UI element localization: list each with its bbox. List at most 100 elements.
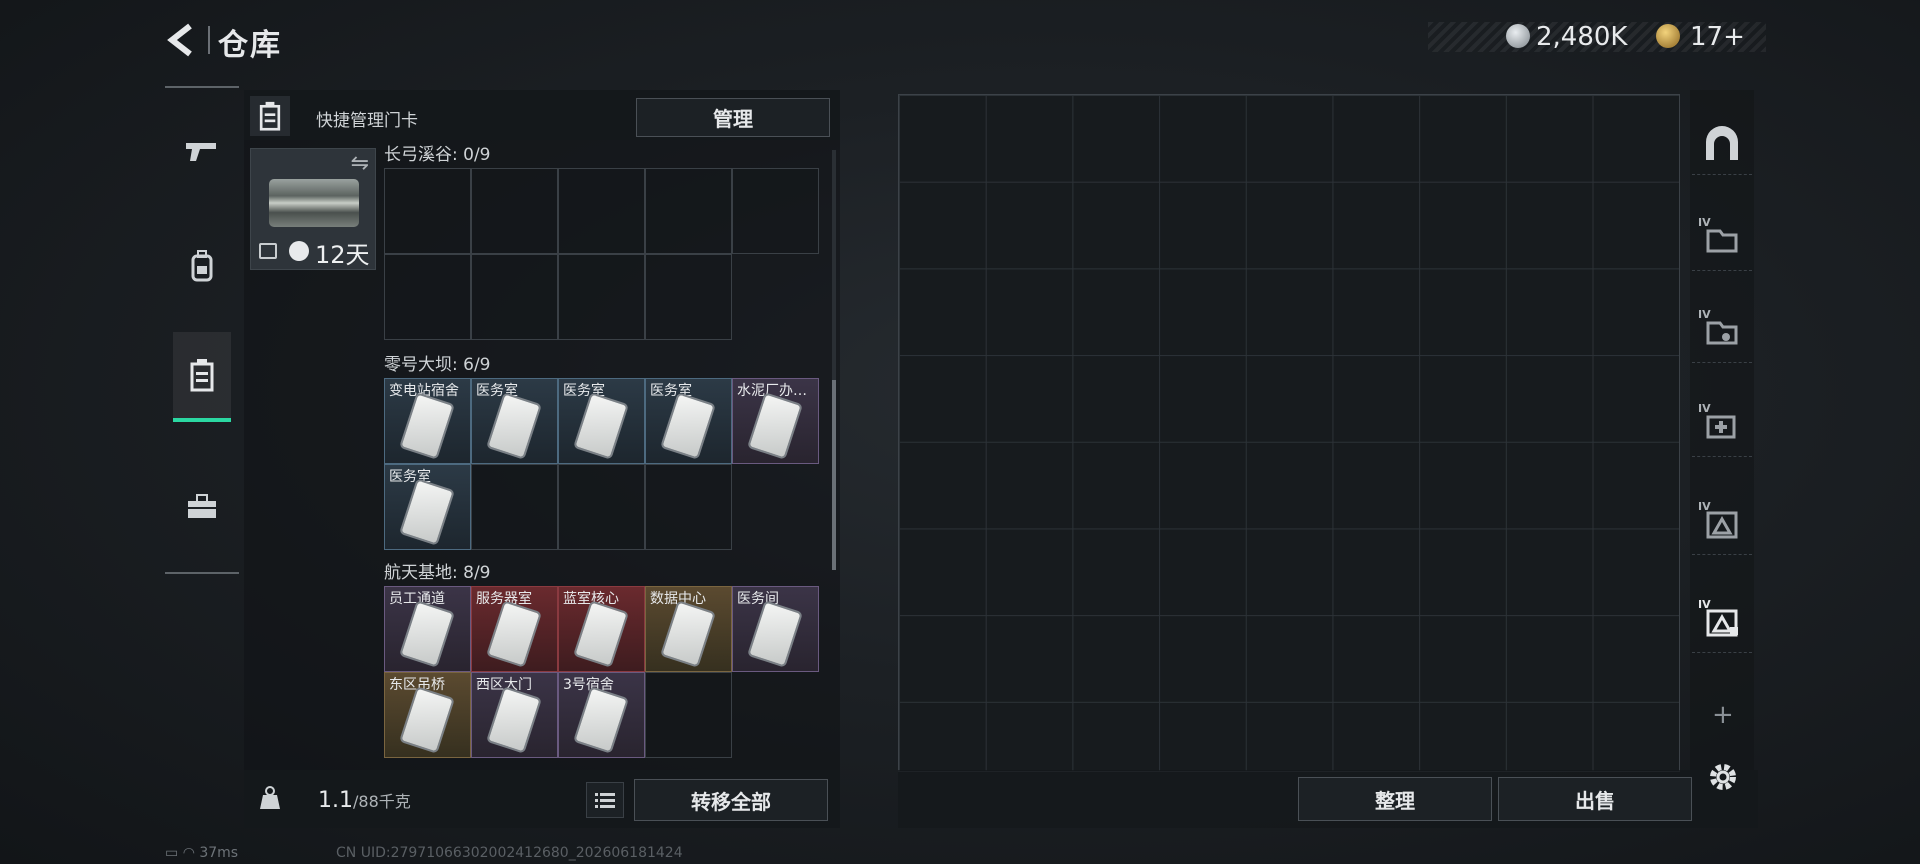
keycard-slot[interactable]: 蓝室核心	[558, 586, 645, 672]
keycard-slot[interactable]: 员工通道	[384, 586, 471, 672]
keycard-case-icon	[190, 359, 214, 392]
triangle-lock-icon	[1706, 609, 1738, 637]
page-title: 仓库	[218, 28, 282, 63]
add-tab-icon[interactable]: +	[1712, 700, 1734, 730]
sort-button[interactable]: 整理	[1298, 777, 1492, 821]
empty-slot[interactable]	[732, 168, 819, 254]
keycard-image	[575, 602, 627, 666]
keycard-image	[575, 688, 627, 752]
list-view-button[interactable]	[586, 782, 624, 818]
nav-item-keycards[interactable]	[173, 332, 231, 422]
status-bar: ▭ ◠ 37ms	[165, 845, 238, 861]
keycard-slot[interactable]: 西区大门	[471, 672, 558, 758]
keycard-slot[interactable]: 东区吊桥	[384, 672, 471, 758]
empty-slot[interactable]	[384, 254, 471, 340]
transfer-all-button[interactable]: 转移全部	[634, 779, 828, 821]
empty-slot[interactable]	[645, 672, 732, 758]
medkit-icon	[1706, 415, 1736, 439]
stash-tab-4-level: IV	[1698, 402, 1711, 415]
stash-tab-3[interactable]: IV	[1692, 302, 1752, 363]
keycard-image	[662, 602, 714, 666]
stash-tab-3-level: IV	[1698, 308, 1711, 321]
empty-slot[interactable]	[558, 464, 645, 550]
silver-coin-icon	[1506, 24, 1530, 48]
keycard-image	[401, 688, 453, 752]
weight-icon	[252, 780, 288, 816]
triangle-box-icon	[1706, 511, 1738, 539]
keycard-image	[749, 394, 801, 458]
keycard-image	[401, 602, 453, 666]
keycard-slot[interactable]: 医务室	[384, 464, 471, 550]
empty-slot[interactable]	[645, 464, 732, 550]
case-days-left: 12天	[315, 241, 370, 269]
keycard-slot[interactable]: 医务室	[558, 378, 645, 464]
ping-readout: 37ms	[199, 845, 239, 861]
section-label: 零号大坝: 6/9	[384, 355, 491, 375]
keycard-slot[interactable]: 变电站宿舍	[384, 378, 471, 464]
keycard-image	[488, 688, 540, 752]
backpack-icon	[191, 250, 213, 282]
weight-current: 1.1	[318, 788, 353, 813]
nav-item-equipment[interactable]	[173, 224, 231, 310]
weight-max: /88千克	[353, 792, 411, 811]
settings-gear-icon[interactable]	[1706, 760, 1740, 794]
wifi-icon: ◠	[182, 845, 195, 861]
title-separator	[208, 26, 210, 54]
keycard-slot[interactable]: 水泥厂办…	[732, 378, 819, 464]
nav-item-weapons[interactable]	[173, 108, 231, 194]
stash-tab-4[interactable]: IV	[1692, 396, 1752, 457]
stash-tab-2[interactable]: IV	[1692, 210, 1752, 271]
keycard-image	[488, 394, 540, 458]
empty-slot[interactable]	[645, 254, 732, 340]
folder-icon	[1706, 229, 1738, 253]
battery-icon: ▭	[165, 845, 179, 861]
manage-button[interactable]: 管理	[636, 98, 830, 137]
empty-slot[interactable]	[645, 168, 732, 254]
keycard-slot[interactable]: 数据中心	[645, 586, 732, 672]
case-image	[269, 179, 359, 227]
keycard-image	[662, 394, 714, 458]
currency-2-amount: 17+	[1690, 22, 1745, 52]
gun-icon	[186, 143, 216, 161]
keycard-image	[401, 394, 453, 458]
keycard-slot[interactable]: 3号宿舍	[558, 672, 645, 758]
keycard-image	[401, 480, 453, 544]
keycard-image	[749, 602, 801, 666]
stash-grid[interactable]	[898, 94, 1680, 772]
section-label: 航天基地: 8/9	[384, 563, 491, 583]
empty-slot[interactable]	[558, 168, 645, 254]
keycard-slot[interactable]: 医务室	[645, 378, 732, 464]
section-label: 长弓溪谷: 0/9	[384, 145, 491, 165]
gold-coin-icon	[1656, 24, 1680, 48]
stash-arch-icon	[1706, 126, 1738, 160]
equipped-keycard-case[interactable]: ⇋ 12天	[250, 148, 376, 270]
nav-item-briefcase[interactable]	[173, 464, 231, 550]
stash-tab-6-level: IV	[1698, 598, 1711, 611]
empty-slot[interactable]	[471, 168, 558, 254]
stash-tab-6[interactable]: IV	[1692, 592, 1752, 653]
swap-icon[interactable]: ⇋	[351, 151, 369, 176]
clock-icon	[289, 241, 309, 261]
back-arrow-icon[interactable]	[164, 20, 200, 60]
stash-tab-1[interactable]	[1692, 114, 1752, 175]
weight-readout: 1.1/88千克	[318, 788, 411, 813]
keycard-slot[interactable]: 医务间	[732, 586, 819, 672]
currency-1-amount: 2,480K	[1536, 22, 1628, 52]
stash-tab-5[interactable]: IV	[1692, 494, 1752, 555]
empty-slot[interactable]	[384, 168, 471, 254]
sell-button[interactable]: 出售	[1498, 777, 1692, 821]
keycard-slot[interactable]: 医务室	[471, 378, 558, 464]
keycard-image	[575, 394, 627, 458]
user-uid: CN UID:27971066302002412680_202606181424	[336, 845, 683, 861]
empty-slot[interactable]	[471, 254, 558, 340]
empty-slot[interactable]	[558, 254, 645, 340]
keycard-image	[488, 602, 540, 666]
keycard-case-icon	[250, 96, 290, 136]
stash-tab-2-level: IV	[1698, 216, 1711, 229]
keycard-quick-manage-label: 快捷管理门卡	[316, 111, 418, 131]
scrollbar-thumb[interactable]	[832, 380, 836, 570]
briefcase-icon	[188, 494, 216, 518]
empty-slot[interactable]	[471, 464, 558, 550]
left-nav	[165, 86, 239, 574]
keycard-slot[interactable]: 服务器室	[471, 586, 558, 672]
